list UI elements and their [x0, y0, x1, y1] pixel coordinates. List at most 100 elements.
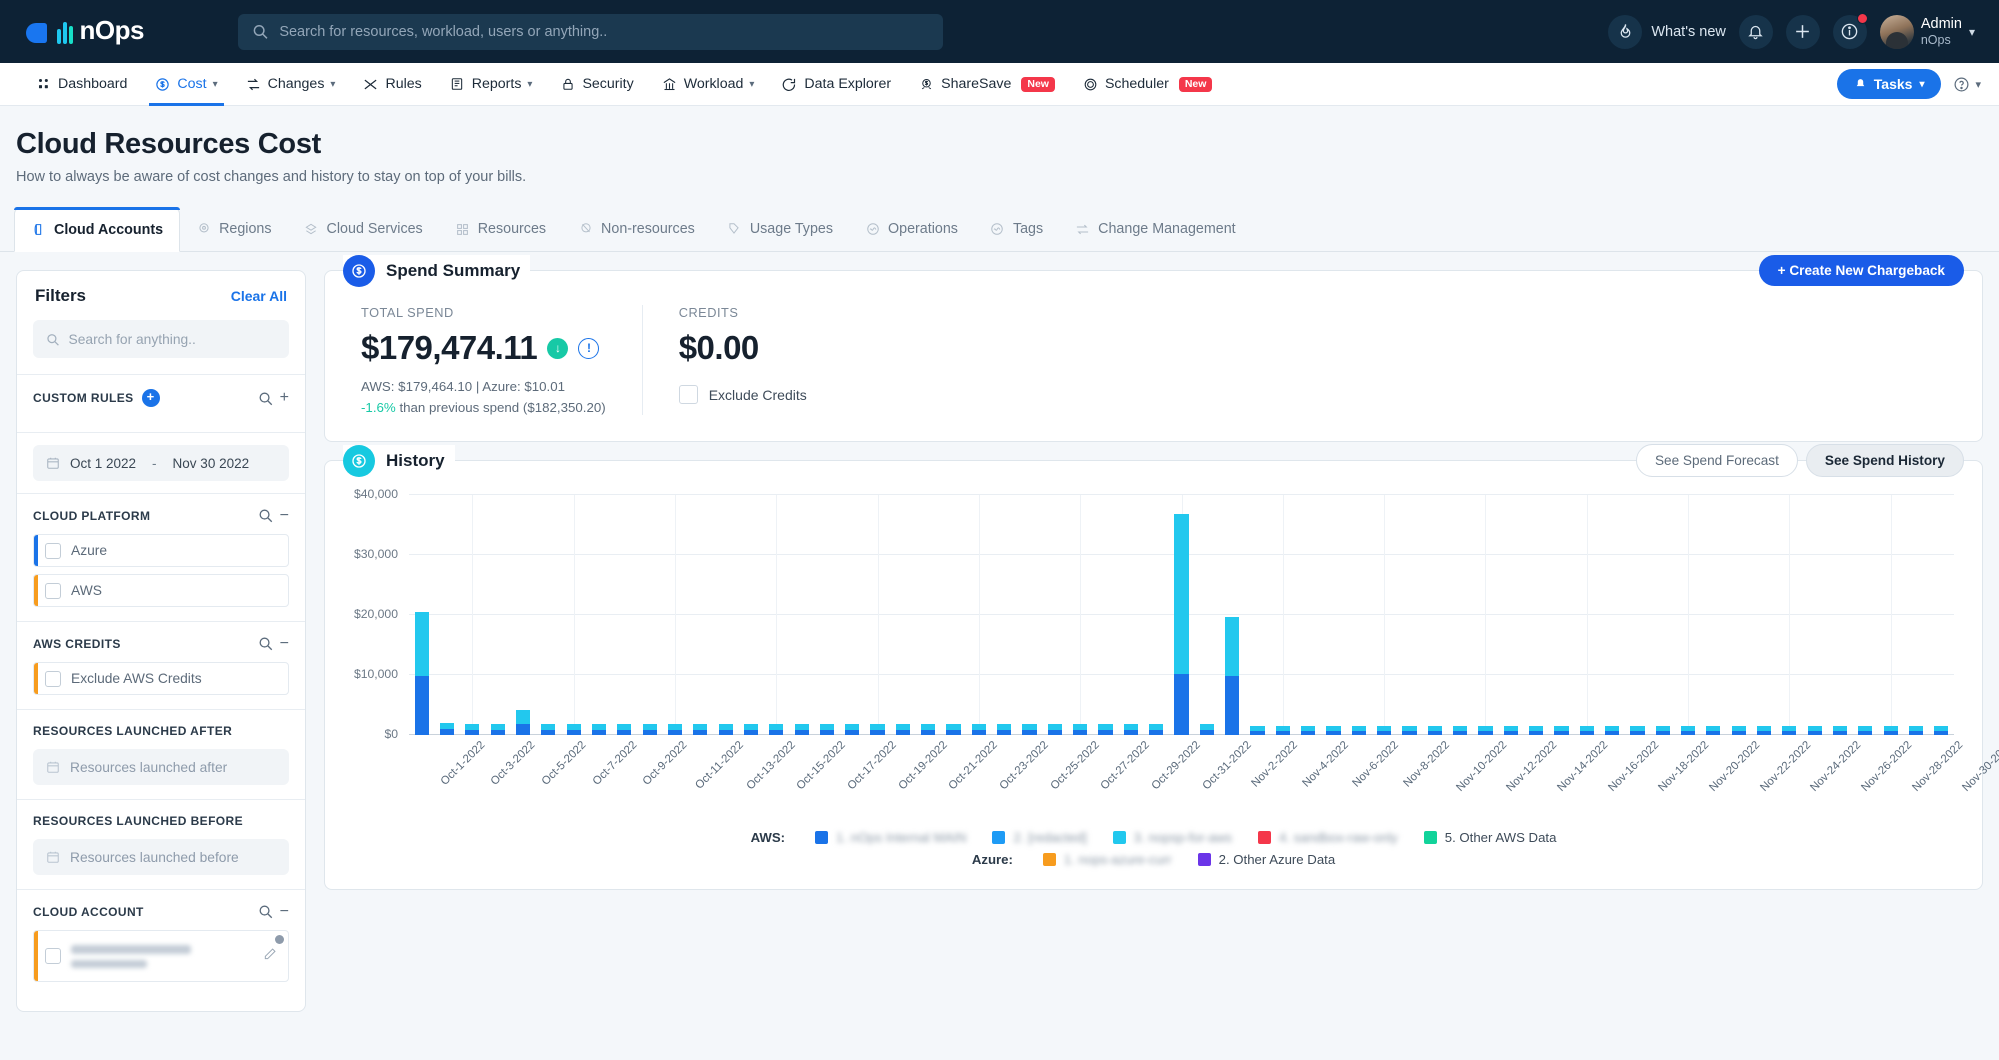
- chart-bar-slot[interactable]: [1371, 495, 1396, 735]
- chart-bar-slot[interactable]: [966, 495, 991, 735]
- chart-bar-slot[interactable]: [814, 495, 839, 735]
- tab-tags[interactable]: Tags: [974, 207, 1059, 251]
- nav-item-workload[interactable]: Workload ▾: [648, 63, 769, 105]
- tab-cloud-accounts[interactable]: Cloud Accounts: [14, 207, 180, 252]
- filter-option-azure[interactable]: Azure: [33, 534, 289, 567]
- chart-bar-slot[interactable]: [536, 495, 561, 735]
- edit-pencil-icon[interactable]: [263, 947, 277, 966]
- notifications-bell-icon[interactable]: [1739, 15, 1773, 49]
- nav-item-sharesave[interactable]: ShareSave New: [905, 63, 1069, 105]
- chart-bar-slot[interactable]: [1625, 495, 1650, 735]
- chart-bar-slot[interactable]: [1903, 495, 1928, 735]
- collapse-icon[interactable]: +: [280, 393, 289, 403]
- nav-item-scheduler[interactable]: Scheduler New: [1069, 63, 1226, 105]
- create-new-chargeback-button[interactable]: + Create New Chargeback: [1759, 255, 1964, 286]
- help-menu[interactable]: ▾: [1953, 76, 1981, 93]
- user-menu[interactable]: Admin nOps ▾: [1880, 15, 1975, 49]
- chart-bar-slot[interactable]: [1017, 495, 1042, 735]
- chart-bar-slot[interactable]: [1929, 495, 1954, 735]
- chart-bar-slot[interactable]: [409, 495, 434, 735]
- chart-bar-slot[interactable]: [1574, 495, 1599, 735]
- search-icon[interactable]: [258, 904, 273, 919]
- chart-bar-slot[interactable]: [1701, 495, 1726, 735]
- chart-bar-slot[interactable]: [1270, 495, 1295, 735]
- launched-after-input[interactable]: Resources launched after: [33, 749, 289, 785]
- collapse-icon[interactable]: −: [280, 907, 289, 917]
- chart-bar-slot[interactable]: [916, 495, 941, 735]
- chart-plot-area[interactable]: $0$10,000$20,000$30,000$40,000: [409, 495, 1954, 735]
- chart-bar-slot[interactable]: [1599, 495, 1624, 735]
- chart-bar-slot[interactable]: [1523, 495, 1548, 735]
- legend-item[interactable]: 4. sandbox-raw-only: [1258, 830, 1398, 845]
- chart-bar-slot[interactable]: [764, 495, 789, 735]
- checkbox[interactable]: [45, 948, 61, 964]
- chart-bar-slot[interactable]: [789, 495, 814, 735]
- scroll-indicator[interactable]: [275, 935, 284, 944]
- global-search[interactable]: [238, 14, 943, 50]
- tab-operations[interactable]: Operations: [849, 207, 974, 251]
- legend-item[interactable]: 3. nopsp-for-aws: [1113, 830, 1232, 845]
- chart-bar-slot[interactable]: [1726, 495, 1751, 735]
- legend-item[interactable]: 2. Other Azure Data: [1198, 852, 1336, 867]
- checkbox[interactable]: [45, 543, 61, 559]
- tab-resources[interactable]: Resources: [439, 207, 562, 251]
- chart-bar-slot[interactable]: [1473, 495, 1498, 735]
- chart-bar-slot[interactable]: [890, 495, 915, 735]
- clear-all-button[interactable]: Clear All: [231, 288, 287, 304]
- chart-bar-slot[interactable]: [1777, 495, 1802, 735]
- chart-bar-slot[interactable]: [738, 495, 763, 735]
- info-exclaim-icon[interactable]: !: [578, 338, 599, 359]
- chart-bar-slot[interactable]: [1295, 495, 1320, 735]
- chart-bar-slot[interactable]: [865, 495, 890, 735]
- chart-bar-slot[interactable]: [485, 495, 510, 735]
- nav-item-reports[interactable]: Reports ▾: [436, 63, 547, 105]
- legend-item[interactable]: 1. nops-azure-curr: [1043, 852, 1172, 867]
- search-input[interactable]: [279, 24, 929, 40]
- nav-item-data-explorer[interactable]: Data Explorer: [768, 63, 905, 105]
- add-plus-icon[interactable]: [1786, 15, 1820, 49]
- chart-bar-slot[interactable]: [941, 495, 966, 735]
- chart-bar-slot[interactable]: [1220, 495, 1245, 735]
- chart-bar-slot[interactable]: [1245, 495, 1270, 735]
- checkbox[interactable]: [45, 671, 61, 687]
- collapse-icon[interactable]: −: [280, 511, 289, 521]
- legend-item[interactable]: 1. nOps Internal MAIN: [815, 830, 966, 845]
- tab-cloud-services[interactable]: Cloud Services: [288, 207, 439, 251]
- chart-bar-slot[interactable]: [992, 495, 1017, 735]
- filter-option-exclude-aws-credits[interactable]: Exclude AWS Credits: [33, 662, 289, 695]
- chart-bar-slot[interactable]: [688, 495, 713, 735]
- tab-non-resources[interactable]: Non-resources: [562, 207, 711, 251]
- chart-bar-slot[interactable]: [1650, 495, 1675, 735]
- chart-bar-slot[interactable]: [1118, 495, 1143, 735]
- nops-logo[interactable]: nOps: [18, 16, 144, 47]
- filter-option-cloud-account[interactable]: [33, 930, 289, 982]
- nav-item-changes[interactable]: Changes ▾: [232, 63, 350, 105]
- chart-bar-slot[interactable]: [1549, 495, 1574, 735]
- nav-item-rules[interactable]: Rules: [349, 63, 435, 105]
- chart-bar-slot[interactable]: [1751, 495, 1776, 735]
- chart-bar-slot[interactable]: [1397, 495, 1422, 735]
- nav-item-dashboard[interactable]: Dashboard: [22, 63, 141, 105]
- chart-bar-slot[interactable]: [1042, 495, 1067, 735]
- chart-bar-slot[interactable]: [637, 495, 662, 735]
- info-icon[interactable]: [1833, 15, 1867, 49]
- tab-change-management[interactable]: Change Management: [1059, 207, 1252, 251]
- chart-bar-slot[interactable]: [1068, 495, 1093, 735]
- whats-new-button[interactable]: What's new: [1608, 15, 1726, 49]
- search-icon[interactable]: [258, 636, 273, 651]
- chart-bar-slot[interactable]: [510, 495, 535, 735]
- chart-bar-slot[interactable]: [1447, 495, 1472, 735]
- search-icon[interactable]: [258, 508, 273, 523]
- collapse-icon[interactable]: −: [280, 639, 289, 649]
- chart-bar-slot[interactable]: [1093, 495, 1118, 735]
- exclude-credits-checkbox[interactable]: [679, 385, 698, 404]
- chart-bar-slot[interactable]: [460, 495, 485, 735]
- chart-bar-slot[interactable]: [1169, 495, 1194, 735]
- chart-bar-slot[interactable]: [434, 495, 459, 735]
- chart-bar-slot[interactable]: [586, 495, 611, 735]
- chart-bar-slot[interactable]: [1802, 495, 1827, 735]
- chart-bar-slot[interactable]: [1853, 495, 1878, 735]
- chart-bar-slot[interactable]: [1321, 495, 1346, 735]
- see-spend-forecast-button[interactable]: See Spend Forecast: [1636, 444, 1798, 477]
- filters-search[interactable]: [33, 320, 289, 358]
